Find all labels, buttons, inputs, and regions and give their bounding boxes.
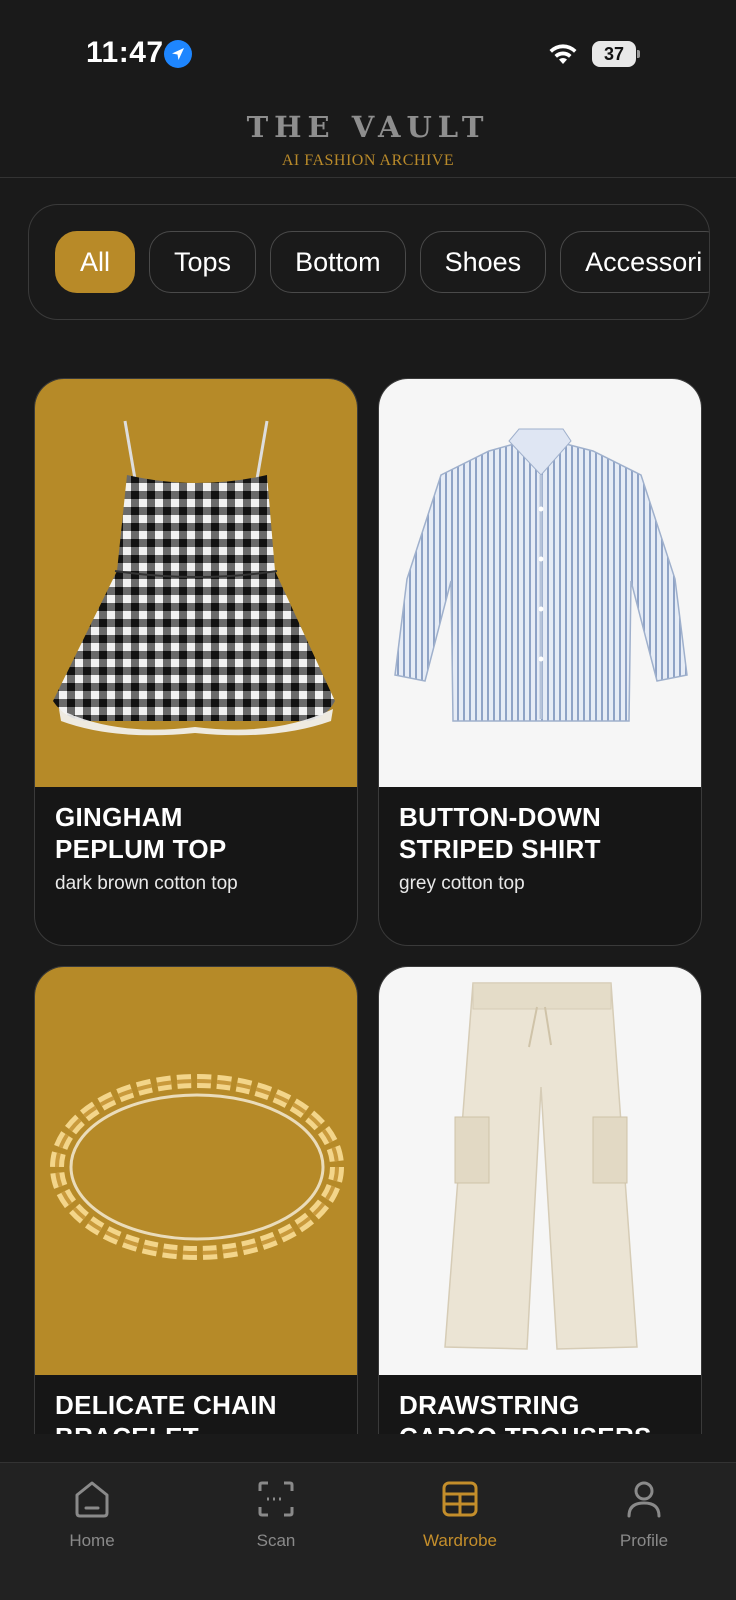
tab-label: Home bbox=[69, 1531, 115, 1550]
category-chip-accessories[interactable]: Accessori bbox=[560, 231, 709, 293]
item-image-container bbox=[379, 967, 701, 1375]
profile-icon bbox=[627, 1481, 661, 1518]
tab-label: Scan bbox=[256, 1531, 296, 1550]
app-header: THE VAULT AI FASHION ARCHIVE bbox=[0, 100, 736, 178]
wifi-icon bbox=[549, 44, 577, 64]
bottom-tab-bar: Home Scan Wardrobe Profile bbox=[0, 1462, 736, 1600]
item-title: BUTTON-DOWN STRIPED SHIRT bbox=[399, 802, 602, 864]
item-text: DELICATE CHAIN BRACELET bbox=[55, 1389, 341, 1434]
item-description: grey cotton top bbox=[399, 873, 525, 894]
category-chip-shoes[interactable]: Shoes bbox=[419, 231, 547, 293]
location-arrow-icon bbox=[164, 40, 192, 68]
wardrobe-item-card[interactable]: BUTTON-DOWN STRIPED SHIRT grey cotton to… bbox=[378, 378, 702, 946]
tab-wardrobe[interactable]: Wardrobe bbox=[400, 1477, 520, 1551]
category-chip-all[interactable]: All bbox=[55, 231, 136, 293]
app-title: THE VAULT bbox=[246, 110, 490, 144]
tab-scan[interactable]: Scan bbox=[216, 1477, 336, 1551]
item-image-container bbox=[379, 379, 701, 787]
item-text: BUTTON-DOWN STRIPED SHIRT grey cotton to… bbox=[399, 801, 685, 895]
app-subtitle: AI FASHION ARCHIVE bbox=[281, 152, 455, 169]
wardrobe-item-card[interactable]: DELICATE CHAIN BRACELET bbox=[34, 966, 358, 1434]
battery-level: 37 bbox=[592, 41, 636, 67]
battery-cap bbox=[637, 50, 640, 58]
status-time: 11:47 bbox=[86, 36, 164, 69]
category-chip-row: All Tops Bottom Shoes Accessori bbox=[55, 231, 709, 293]
tab-label: Wardrobe bbox=[422, 1531, 497, 1550]
tab-label: Profile bbox=[619, 1531, 669, 1550]
tab-profile[interactable]: Profile bbox=[584, 1477, 704, 1551]
striped-shirt-image bbox=[394, 428, 688, 722]
tab-home[interactable]: Home bbox=[32, 1477, 152, 1551]
scan-icon bbox=[258, 1481, 294, 1517]
screen: 11:47 37 THE VAULT AI FASHION ARCHIVE Al… bbox=[0, 0, 736, 1600]
cargo-trousers-image bbox=[444, 982, 638, 1350]
category-chip-bottom[interactable]: Bottom bbox=[270, 231, 406, 293]
item-text: DRAWSTRING CARGO TROUSERS bbox=[399, 1389, 685, 1434]
item-title: GINGHAM PEPLUM TOP bbox=[55, 802, 227, 864]
wardrobe-grid-icon bbox=[442, 1481, 478, 1517]
wardrobe-item-card[interactable]: GINGHAM PEPLUM TOP dark brown cotton top bbox=[34, 378, 358, 946]
home-icon bbox=[75, 1481, 109, 1518]
gold-chain-bracelet-image bbox=[50, 1074, 344, 1260]
item-title: DRAWSTRING CARGO TROUSERS bbox=[399, 1390, 651, 1434]
wardrobe-grid: GINGHAM PEPLUM TOP dark brown cotton top bbox=[34, 378, 702, 1434]
category-chip-tops[interactable]: Tops bbox=[149, 231, 257, 293]
item-text: GINGHAM PEPLUM TOP dark brown cotton top bbox=[55, 801, 341, 895]
gingham-dress-image bbox=[53, 420, 335, 736]
item-description: dark brown cotton top bbox=[55, 873, 238, 894]
category-filter-bar[interactable]: All Tops Bottom Shoes Accessori bbox=[28, 204, 710, 320]
item-title: DELICATE CHAIN BRACELET bbox=[55, 1390, 277, 1434]
item-image-container bbox=[35, 967, 357, 1375]
item-image-container bbox=[35, 379, 357, 787]
battery-indicator: 37 bbox=[592, 41, 640, 67]
status-bar: 11:47 37 bbox=[0, 0, 736, 100]
wardrobe-item-card[interactable]: DRAWSTRING CARGO TROUSERS bbox=[378, 966, 702, 1434]
